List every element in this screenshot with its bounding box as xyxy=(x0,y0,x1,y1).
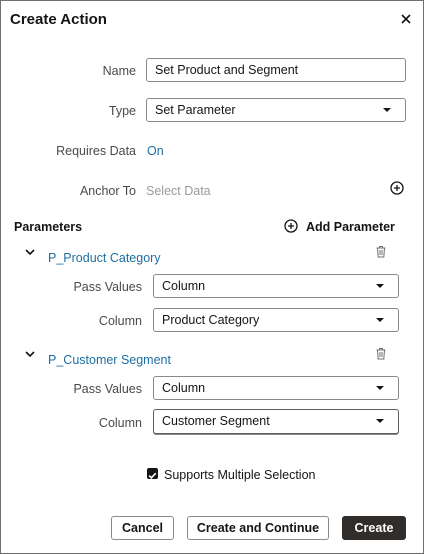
close-icon[interactable] xyxy=(399,11,413,27)
name-label: Name xyxy=(102,64,136,78)
create-button[interactable]: Create xyxy=(342,516,406,540)
pass-values-select-value: Column xyxy=(162,381,206,395)
pass-values-select[interactable]: Column xyxy=(153,376,399,400)
anchor-to-select[interactable]: Select Data xyxy=(146,184,211,198)
multiple-selection-checkbox[interactable] xyxy=(147,468,158,479)
add-parameter-icon[interactable] xyxy=(284,219,298,233)
column-label: Column xyxy=(98,416,142,430)
trash-icon[interactable] xyxy=(375,245,387,258)
pass-values-label: Pass Values xyxy=(73,280,142,294)
column-label: Column xyxy=(98,314,142,328)
dialog-title: Create Action xyxy=(10,11,107,28)
column-select-value: Product Category xyxy=(162,313,260,327)
add-anchor-icon[interactable] xyxy=(390,181,404,195)
name-input[interactable]: Set Product and Segment xyxy=(146,58,406,82)
pass-values-label: Pass Values xyxy=(73,382,142,396)
create-action-dialog: Create Action Name Set Product and Segme… xyxy=(0,0,424,554)
parameters-heading: Parameters xyxy=(14,220,83,234)
parameter-name-link[interactable]: P_Customer Segment xyxy=(48,353,171,367)
cancel-button[interactable]: Cancel xyxy=(111,516,174,540)
add-parameter-button[interactable]: Add Parameter xyxy=(306,220,395,234)
chevron-down-icon xyxy=(376,419,384,423)
chevron-down-icon xyxy=(376,284,384,288)
chevron-down-icon xyxy=(376,386,384,390)
multiple-selection-label: Supports Multiple Selection xyxy=(164,468,316,482)
pass-values-select[interactable]: Column xyxy=(153,274,399,298)
name-input-value: Set Product and Segment xyxy=(155,63,299,77)
column-select[interactable]: Product Category xyxy=(153,308,399,332)
column-select-value: Customer Segment xyxy=(162,414,270,428)
anchor-to-label: Anchor To xyxy=(79,184,136,198)
type-select-value: Set Parameter xyxy=(155,103,236,117)
parameter-name-link[interactable]: P_Product Category xyxy=(48,251,161,265)
pass-values-select-value: Column xyxy=(162,279,206,293)
collapse-chevron-icon[interactable] xyxy=(24,247,36,257)
column-select[interactable]: Customer Segment xyxy=(153,409,399,434)
create-and-continue-button[interactable]: Create and Continue xyxy=(187,516,329,540)
chevron-down-icon xyxy=(383,108,391,112)
requires-data-label: Requires Data xyxy=(56,144,136,158)
checkmark-icon xyxy=(148,472,157,479)
collapse-chevron-icon[interactable] xyxy=(24,349,36,359)
type-label: Type xyxy=(108,104,136,118)
requires-data-toggle[interactable]: On xyxy=(147,144,164,158)
chevron-down-icon xyxy=(376,318,384,322)
type-select[interactable]: Set Parameter xyxy=(146,98,406,122)
trash-icon[interactable] xyxy=(375,347,387,360)
